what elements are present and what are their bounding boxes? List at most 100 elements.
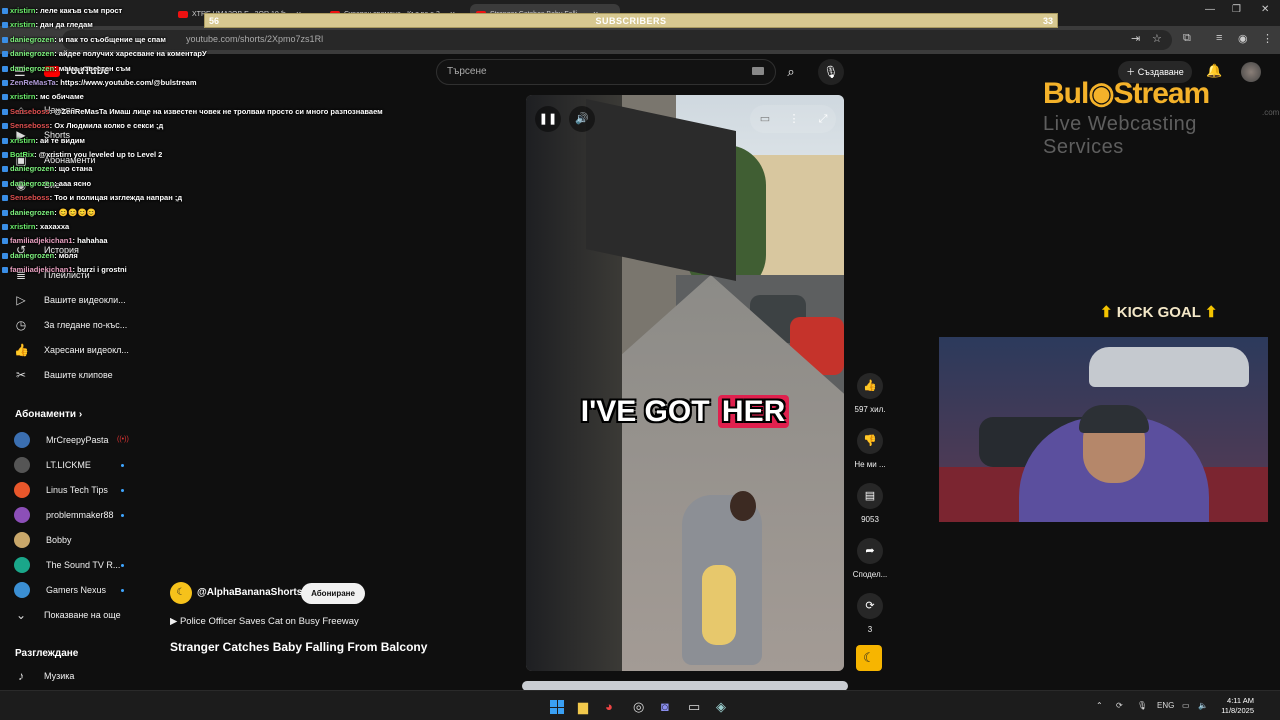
- sub-goal-label: SUBSCRIBERS: [595, 16, 667, 26]
- chat-username[interactable]: familiadjekichan1: [10, 265, 73, 274]
- sub-channel-item[interactable]: Gamers Nexus: [14, 580, 106, 600]
- clock[interactable]: 4:11 AM 11/8/2025: [1216, 696, 1254, 716]
- logo-play-icon: ◉: [1088, 77, 1114, 110]
- sidebar-item-music[interactable]: ♪ Музика: [14, 666, 74, 686]
- search-input[interactable]: Търсене: [436, 59, 776, 85]
- channel-avatar: [14, 482, 30, 498]
- profile-icon[interactable]: ◉: [1238, 32, 1248, 45]
- subscriptions-header[interactable]: Абонаменти ›: [15, 409, 82, 420]
- steam-icon[interactable]: ◈: [716, 699, 726, 715]
- channel-name[interactable]: @AlphaBananaShorts: [197, 587, 302, 598]
- chat-message: familiadjekichan1: hahahaa: [2, 236, 108, 245]
- sidebar-item-clips[interactable]: ✂ Вашите клипове: [14, 365, 113, 385]
- chat-username[interactable]: daniegrozen: [10, 49, 54, 58]
- sidebar-item-your-videos[interactable]: ▷ Вашите видеокли...: [14, 290, 125, 310]
- obs-icon[interactable]: ◎: [633, 699, 644, 715]
- chat-username[interactable]: daniegrozen: [10, 251, 54, 260]
- chat-text: : @ZenReMasTa Имаш лице на известен чове…: [49, 106, 383, 116]
- chat-username[interactable]: Senseboss: [10, 193, 50, 202]
- chat-badge-icon: [2, 180, 8, 187]
- chat-text: : hahahaa: [72, 236, 108, 246]
- chat-text: : мс обичаме: [35, 92, 84, 102]
- chat-username[interactable]: xristirn: [10, 136, 35, 145]
- chat-username[interactable]: daniegrozen: [10, 179, 54, 188]
- captions-icon[interactable]: ▭: [752, 106, 778, 132]
- url-field[interactable]: youtube.com/shorts/2Xpmo7zs1Rl: [62, 30, 1172, 50]
- like-button[interactable]: 👍 597 хил.: [852, 373, 888, 414]
- short-video-player[interactable]: I'VE GOT HER ❚❚ 🔊 ▭ ⋮ ⤢: [526, 95, 844, 671]
- menu-dots-icon[interactable]: ⋮: [1262, 32, 1273, 45]
- tray-app-icon[interactable]: ⟳: [1116, 701, 1123, 710]
- chat-username[interactable]: Senseboss: [10, 107, 50, 116]
- sub-channel-item[interactable]: Linus Tech Tips: [14, 480, 108, 500]
- network-icon[interactable]: ▭: [1182, 701, 1190, 710]
- cast-icon[interactable]: ⇥: [1131, 32, 1140, 45]
- chat-username[interactable]: daniegrozen: [10, 164, 54, 173]
- channel-avatar: [14, 532, 30, 548]
- sub-channel-item[interactable]: Bobby: [14, 530, 72, 550]
- new-content-dot: [121, 514, 124, 517]
- sub-channel-item[interactable]: The Sound TV R...: [14, 555, 120, 575]
- music-note-icon: ♪: [18, 669, 24, 683]
- file-explorer-icon[interactable]: ▆: [578, 699, 588, 715]
- sidebar-item-liked[interactable]: 👍 Харесани видеокл...: [14, 340, 129, 360]
- tab-search-icon[interactable]: ≡: [1216, 32, 1222, 44]
- subscribe-button[interactable]: Абониране: [301, 583, 365, 604]
- related-video-link[interactable]: ▶ Police Officer Saves Cat on Busy Freew…: [170, 616, 359, 627]
- chat-message: xristirn: леле какъв съм прост: [2, 6, 122, 15]
- chat-username[interactable]: daniegrozen: [10, 35, 54, 44]
- chat-badge-icon: [2, 123, 8, 130]
- channel-avatar[interactable]: ☾: [170, 582, 192, 604]
- chat-message: xristirn: хахахха: [2, 222, 69, 231]
- chat-text: : ай те видим: [35, 135, 85, 145]
- maximize-icon[interactable]: ❐: [1232, 4, 1241, 15]
- language-indicator[interactable]: ENG: [1157, 701, 1174, 710]
- tray-chevron-icon[interactable]: ⌃: [1096, 701, 1103, 710]
- scissors-icon: ✂: [15, 368, 27, 382]
- extensions-icon[interactable]: ⧉: [1183, 32, 1191, 45]
- chat-username[interactable]: daniegrozen: [10, 208, 54, 217]
- discord-icon[interactable]: ◙: [661, 699, 669, 714]
- volume-icon[interactable]: 🔊: [569, 106, 595, 132]
- chat-username[interactable]: daniegrozen: [10, 64, 54, 73]
- sub-channel-item[interactable]: MrCreepyPasta: [14, 430, 109, 450]
- minimize-icon[interactable]: —: [1205, 4, 1215, 15]
- chat-username[interactable]: xristirn: [10, 6, 35, 15]
- chevron-down-icon: ⌄: [15, 608, 27, 622]
- chrome-icon[interactable]: ◕: [605, 699, 613, 714]
- microphone-icon[interactable]: 🎙: [818, 59, 844, 85]
- terminal-icon[interactable]: ▭: [688, 699, 700, 715]
- sub-channel-item[interactable]: LT.LICKME: [14, 455, 91, 475]
- chevron-right-icon: ›: [78, 409, 83, 420]
- chat-text: : Ох Людмила колко е секси ;д: [49, 121, 164, 131]
- chat-text: : burzi i grostni: [72, 265, 127, 275]
- chat-username[interactable]: xristirn: [10, 222, 35, 231]
- show-more-button[interactable]: ⌄ Показване на още: [14, 605, 121, 625]
- share-button[interactable]: ➦ Сподел...: [852, 538, 888, 579]
- volume-tray-icon[interactable]: 🔈: [1198, 701, 1208, 710]
- sidebar-item-watch-later[interactable]: ◷ За гледане по-къс...: [14, 315, 128, 335]
- remix-button[interactable]: ⟳ 3: [852, 593, 888, 634]
- mic-tray-icon[interactable]: 🎙: [1137, 701, 1147, 710]
- close-window-icon[interactable]: ✕: [1261, 4, 1269, 15]
- windows-start-icon[interactable]: [550, 700, 564, 714]
- search-icon[interactable]: ⌕: [778, 59, 804, 85]
- pause-icon[interactable]: ❚❚: [535, 106, 561, 132]
- chat-username[interactable]: xristirn: [10, 92, 35, 101]
- chat-username[interactable]: familiadjekichan1: [10, 236, 73, 245]
- account-avatar[interactable]: [1241, 62, 1261, 82]
- dislike-button[interactable]: 👎 Не ми ...: [852, 428, 888, 469]
- new-content-dot: [121, 589, 124, 592]
- chat-username[interactable]: BotRix: [10, 150, 34, 159]
- more-options-icon[interactable]: ⋮: [781, 106, 807, 132]
- bookmark-star-icon[interactable]: ☆: [1152, 32, 1162, 45]
- channel-banana-icon[interactable]: ☾: [856, 645, 882, 671]
- chat-username[interactable]: xristirn: [10, 20, 35, 29]
- fullscreen-icon[interactable]: ⤢: [810, 106, 836, 132]
- comments-button[interactable]: ▤ 9053: [852, 483, 888, 524]
- chat-username[interactable]: Senseboss: [10, 121, 50, 130]
- chat-text: : моля: [54, 250, 78, 260]
- chat-username[interactable]: ZenReMasTa: [10, 78, 56, 87]
- keyboard-icon[interactable]: [752, 67, 764, 75]
- sub-channel-item[interactable]: problemmaker88: [14, 505, 114, 525]
